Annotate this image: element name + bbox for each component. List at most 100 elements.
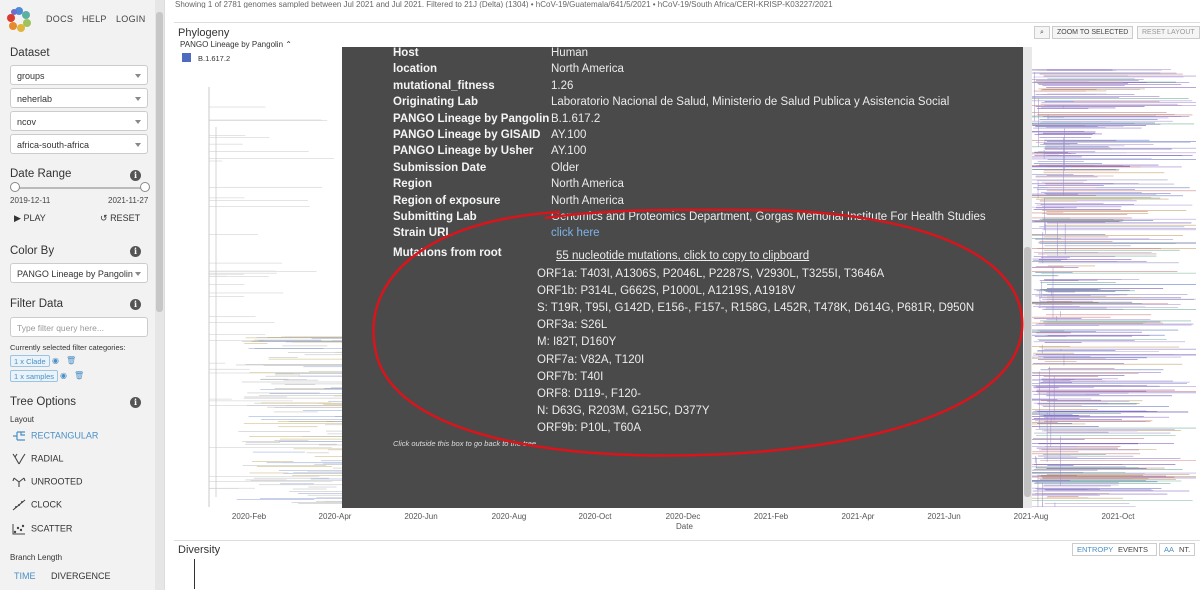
copy-mutations-link[interactable]: 55 nucleotide mutations, click to copy t… [556, 250, 809, 262]
entropy-button[interactable]: ENTROPY [1074, 544, 1116, 556]
layout-rectangular-label: RECTANGULAR [31, 430, 99, 441]
docs-link[interactable]: DOCS [46, 14, 73, 24]
layout-label: Layout [10, 415, 35, 424]
clock-icon [12, 499, 26, 511]
layout-clock[interactable]: CLOCK [12, 499, 62, 511]
dataset-select-3-value: ncov [17, 117, 37, 127]
dataset-select-2[interactable]: neherlab [10, 88, 148, 108]
filter-placeholder: Type filter query here... [17, 323, 104, 333]
mutation-line: ORF1b: P314L, G662S, P1000L, A1219S, A19… [537, 285, 796, 298]
info-value: North America [551, 63, 624, 76]
color-by-title: Color By [10, 245, 55, 257]
axis-title: Date [676, 522, 693, 531]
axis-tick-label: 2020-Aug [491, 512, 527, 521]
info-value: AY.100 [551, 145, 587, 158]
axis-tick-label: 2020-Dec [665, 512, 701, 521]
sidebar: DOCS HELP LOGIN Dataset groups neherlab … [0, 0, 165, 590]
play-label: PLAY [23, 213, 46, 223]
login-link[interactable]: LOGIN [116, 14, 146, 24]
filter-summary-text: Showing 1 of 2781 genomes sampled betwee… [175, 0, 833, 8]
diversity-title: Diversity [178, 544, 221, 556]
date-start: 2019-12-11 [10, 196, 51, 205]
strain-info-modal[interactable]: Host Human location North America mutational… [342, 47, 1032, 508]
dataset-select-1[interactable]: groups [10, 65, 148, 85]
chevron-down-icon [135, 74, 141, 78]
zoom-to-selected-button[interactable]: ZOOM TO SELECTED [1052, 26, 1134, 39]
info-icon[interactable]: i [130, 246, 141, 257]
filter-summary-header: Showing 1 of 2781 genomes sampled betwee… [175, 0, 1200, 8]
layout-rectangular[interactable]: RECTANGULAR [12, 430, 98, 442]
axis-tick-label: 2021-Oct [1101, 512, 1135, 521]
reset-layout-button[interactable]: RESET LAYOUT [1137, 26, 1200, 39]
events-button[interactable]: EVENTS [1115, 544, 1151, 556]
dataset-title: Dataset [10, 47, 50, 59]
color-by-select[interactable]: PANGO Lineage by Pangolin [10, 263, 148, 283]
strain-url-link[interactable]: click here [551, 227, 600, 239]
chevron-down-icon [135, 143, 141, 147]
info-key: Host [393, 47, 419, 59]
info-key: Region [393, 178, 432, 191]
rectangular-tree-icon [13, 431, 25, 441]
nt-button[interactable]: NT. [1176, 544, 1193, 556]
layout-unrooted[interactable]: UNROOTED [12, 476, 83, 488]
date-slider-end-handle[interactable] [140, 182, 150, 192]
info-key: PANGO Lineage by GISAID [393, 129, 541, 141]
axis-tick-label: 2020-Jun [404, 512, 438, 521]
dataset-select-2-value: neherlab [17, 94, 53, 104]
close-hint: Click outside this box to go back to the… [393, 439, 536, 448]
info-key: Strain URL [393, 227, 453, 240]
help-link[interactable]: HELP [82, 14, 107, 24]
aa-button[interactable]: AA [1161, 544, 1177, 556]
info-key: Submission Date [393, 161, 487, 174]
nextstrain-logo[interactable] [4, 4, 34, 34]
play-icon: ▶ [14, 213, 21, 223]
trash-icon[interactable]: 🗑 [74, 371, 84, 380]
layout-radial-label: RADIAL [31, 453, 64, 464]
info-key: Submitting Lab [393, 211, 477, 223]
radial-tree-icon [12, 453, 26, 465]
layout-radial[interactable]: RADIAL [12, 453, 64, 465]
info-icon[interactable]: i [130, 170, 141, 181]
info-value: North America [551, 194, 624, 207]
info-key: Region of exposure [393, 194, 501, 207]
info-icon[interactable]: i [130, 397, 141, 408]
layout-scatter[interactable]: SCATTER [12, 523, 72, 535]
mutation-line: ORF9b: P10L, T60A [537, 421, 641, 434]
eye-icon[interactable]: ◉ [60, 371, 67, 380]
chevron-down-icon [135, 97, 141, 101]
magnifier-icon: ⌕ [1040, 29, 1044, 36]
layout-scatter-label: SCATTER [31, 523, 73, 534]
branch-divergence-button[interactable]: DIVERGENCE [51, 571, 111, 581]
filter-chip-clade[interactable]: 1 x Clade [10, 355, 50, 367]
mutation-line: ORF7b: T40I [537, 370, 604, 383]
zoom-icon-button[interactable]: ⌕ [1034, 26, 1050, 39]
diversity-axis-line [194, 559, 195, 589]
date-slider-track[interactable] [14, 187, 145, 189]
date-range-title: Date Range [10, 168, 72, 180]
legend-title[interactable]: PANGO Lineage by Pangolin ⌃ [180, 40, 292, 49]
sidebar-scrollbar-thumb[interactable] [156, 12, 163, 312]
filter-chip-samples[interactable]: 1 x samples [10, 370, 59, 382]
info-icon[interactable]: i [130, 299, 141, 310]
modal-scrollbar-thumb[interactable] [1024, 247, 1031, 497]
axis-tick-label: 2021-Apr [841, 512, 875, 521]
trash-icon[interactable]: 🗑 [66, 356, 76, 365]
play-button[interactable]: ▶ PLAY [14, 213, 46, 224]
dataset-select-4[interactable]: africa-south-africa [10, 134, 148, 154]
dataset-select-3[interactable]: ncov [10, 111, 148, 131]
eye-icon[interactable]: ◉ [52, 356, 59, 365]
date-slider-start-handle[interactable] [10, 182, 20, 192]
mutations-key: Mutations from root [393, 247, 502, 259]
axis-tick-label: 2020-Apr [318, 512, 352, 521]
branch-time-button[interactable]: TIME [14, 571, 36, 581]
reset-icon: ↺ [100, 213, 108, 223]
legend-swatch [182, 53, 191, 62]
color-by-value: PANGO Lineage by Pangolin [17, 269, 133, 279]
info-value: Human [551, 47, 589, 59]
filter-input[interactable]: Type filter query here... [10, 317, 148, 337]
info-value: Laboratorio Nacional de Salud, Ministeri… [551, 96, 950, 109]
mutation-line: ORF3a: S26L [537, 319, 608, 332]
info-value: AY.100 [551, 129, 587, 141]
mutation-line: ORF1a: T403I, A1306S, P2046L, P2287S, V2… [537, 268, 885, 280]
reset-button[interactable]: ↺ RESET [100, 213, 140, 224]
